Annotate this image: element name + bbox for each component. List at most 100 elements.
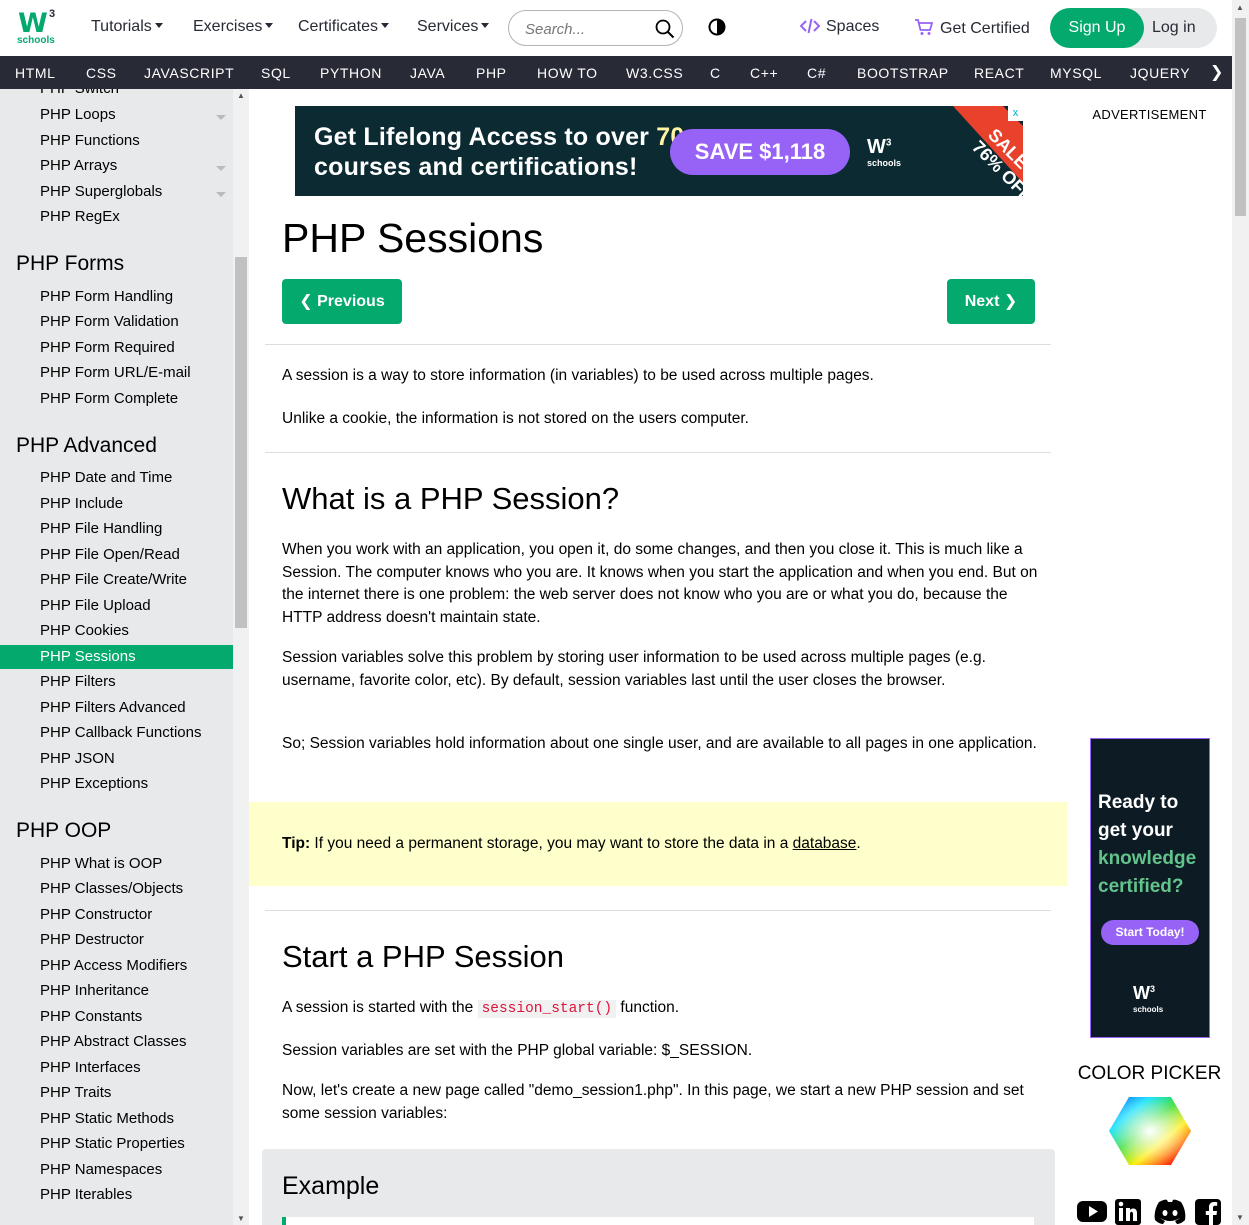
sidebar-item[interactable]: PHP Iterables — [40, 1186, 132, 1203]
caret-down-icon[interactable] — [216, 192, 226, 197]
sidebar-item[interactable]: PHP Date and Time — [40, 469, 172, 486]
sidebar-item[interactable]: PHP Loops — [40, 106, 116, 123]
search-icon[interactable] — [655, 19, 675, 39]
nav-services[interactable]: Services — [417, 18, 490, 36]
topic-jquery[interactable]: JQUERY — [1130, 65, 1190, 81]
discord-icon[interactable] — [1153, 1197, 1187, 1225]
sidebar-item[interactable]: PHP Switch — [40, 89, 119, 97]
text: function. — [616, 999, 680, 1016]
scroll-down-icon[interactable]: ▼ — [1236, 1213, 1244, 1222]
topic-react[interactable]: REACT — [974, 65, 1024, 81]
sidebar-item[interactable]: PHP Arrays — [40, 157, 117, 174]
topic-w3css[interactable]: W3.CSS — [626, 65, 683, 81]
sidebar-item[interactable]: PHP Exceptions — [40, 775, 148, 792]
sidebar-item[interactable]: PHP Form Validation — [40, 313, 179, 330]
tip-box: Tip: If you need a permanent storage, yo… — [249, 802, 1067, 886]
nav-certificates[interactable]: Certificates — [298, 18, 390, 36]
caret-down-icon[interactable] — [216, 166, 226, 171]
w3schools-logo[interactable]: W 3 schools — [16, 8, 60, 48]
dark-mode-toggle-icon[interactable] — [708, 18, 726, 36]
page-scroll-thumb[interactable] — [1235, 18, 1246, 216]
topic-c[interactable]: C — [710, 65, 721, 81]
sidebar-item[interactable]: PHP File Create/Write — [40, 571, 187, 588]
sidebar-item[interactable]: PHP Form Complete — [40, 390, 178, 407]
section-heading: Start a PHP Session — [282, 939, 565, 974]
sidebar-item[interactable]: PHP Access Modifiers — [40, 957, 187, 974]
sidebar-item[interactable]: PHP Constructor — [40, 906, 152, 923]
search-input[interactable] — [525, 19, 645, 39]
sidebar-item[interactable]: PHP Classes/Objects — [40, 880, 183, 897]
sidebar-item[interactable]: PHP Superglobals — [40, 183, 162, 200]
linkedin-icon[interactable] — [1115, 1197, 1141, 1225]
sidebar-scrollbar[interactable]: ▲ ▼ — [233, 89, 249, 1225]
previous-button[interactable]: ❮ Previous — [282, 279, 402, 324]
spaces-label: Spaces — [826, 18, 880, 35]
get-certified-link[interactable]: Get Certified — [914, 18, 1030, 38]
ad-banner[interactable]: Get Lifelong Access to over 70+ courses … — [295, 106, 1023, 196]
sidebar-item-active[interactable]: PHP Sessions — [0, 645, 233, 669]
youtube-icon[interactable] — [1077, 1197, 1107, 1225]
color-picker-icon[interactable] — [1109, 1095, 1191, 1167]
caret-down-icon — [265, 23, 274, 29]
sidebar-item[interactable]: PHP Constants — [40, 1008, 142, 1025]
topic-mysql[interactable]: MYSQL — [1050, 65, 1102, 81]
topic-javascript[interactable]: JAVASCRIPT — [144, 65, 234, 81]
sidebar-item[interactable]: PHP Interfaces — [40, 1059, 141, 1076]
sidebar-item[interactable]: PHP File Handling — [40, 520, 162, 537]
scroll-down-icon[interactable]: ▼ — [237, 1214, 245, 1223]
sidebar-item[interactable]: PHP Form Required — [40, 339, 175, 356]
topic-php[interactable]: PHP — [476, 65, 507, 81]
topic-bootstrap[interactable]: BOOTSTRAP — [857, 65, 949, 81]
sidebar-item[interactable]: PHP Namespaces — [40, 1161, 162, 1178]
nav-exercises[interactable]: Exercises — [193, 18, 274, 36]
sidebar-item[interactable]: PHP Callback Functions — [40, 724, 201, 741]
inline-code: session_start() — [477, 1000, 617, 1018]
next-button[interactable]: Next ❯ — [947, 279, 1035, 324]
sidebar-item[interactable]: PHP Filters Advanced — [40, 699, 186, 716]
topic-java[interactable]: JAVA — [410, 65, 445, 81]
chevron-right-icon[interactable]: ❯ — [1210, 62, 1223, 82]
sidebar-item[interactable]: PHP Functions — [40, 132, 140, 149]
sidebar-item[interactable]: PHP Cookies — [40, 622, 129, 639]
log-in-button[interactable]: Log in — [1152, 8, 1212, 48]
topic-html[interactable]: HTML — [15, 65, 56, 81]
sidebar-item[interactable]: PHP Filters — [40, 673, 116, 690]
sidebar-item[interactable]: PHP Traits — [40, 1084, 111, 1101]
topic-cpp[interactable]: C++ — [750, 65, 778, 81]
scroll-up-icon[interactable]: ▲ — [237, 91, 245, 100]
sidebar-item[interactable]: PHP JSON — [40, 750, 115, 767]
close-icon[interactable]: x — [1008, 106, 1023, 121]
sidebar-item[interactable]: PHP Include — [40, 495, 123, 512]
sidebar-item[interactable]: PHP Form Handling — [40, 288, 173, 305]
topic-sql[interactable]: SQL — [261, 65, 291, 81]
topic-python[interactable]: PYTHON — [320, 65, 382, 81]
sidebar-item[interactable]: PHP What is OOP — [40, 855, 162, 872]
sidebar-item[interactable]: PHP Form URL/E-mail — [40, 364, 191, 381]
topic-csharp[interactable]: C# — [807, 65, 826, 81]
certification-ad[interactable]: Ready to get your knowledge certified? S… — [1090, 738, 1210, 1038]
sidebar-item[interactable]: PHP File Open/Read — [40, 546, 180, 563]
sidebar-item[interactable]: PHP Static Properties — [40, 1135, 185, 1152]
sidebar-item[interactable]: PHP File Upload — [40, 597, 151, 614]
caret-down-icon[interactable] — [216, 115, 226, 120]
ad-save-button[interactable]: SAVE $1,118 — [670, 129, 850, 175]
top-header: W 3 schools Tutorials Exercises Certific… — [0, 0, 1249, 56]
nav-tutorials[interactable]: Tutorials — [91, 18, 163, 36]
sidebar-item[interactable]: PHP RegEx — [40, 208, 120, 225]
sidebar-item[interactable]: PHP Abstract Classes — [40, 1033, 186, 1050]
start-today-button[interactable]: Start Today! — [1101, 920, 1199, 945]
topic-how-to[interactable]: HOW TO — [537, 65, 598, 81]
sign-up-button[interactable]: Sign Up — [1050, 8, 1144, 48]
scroll-up-icon[interactable]: ▲ — [1236, 3, 1244, 12]
database-link[interactable]: database — [793, 835, 857, 852]
sidebar-scroll-thumb[interactable] — [235, 257, 247, 628]
sidebar-item[interactable]: PHP Destructor — [40, 931, 144, 948]
sidebar-item[interactable]: PHP Static Methods — [40, 1110, 174, 1127]
sidebar-item[interactable]: PHP Inheritance — [40, 982, 149, 999]
spaces-link[interactable]: Spaces — [799, 18, 880, 36]
topic-css[interactable]: CSS — [86, 65, 117, 81]
facebook-icon[interactable] — [1195, 1197, 1221, 1225]
page-scrollbar[interactable]: ▲ ▼ — [1232, 0, 1249, 1225]
nav-label: Services — [417, 18, 479, 35]
section-heading: What is a PHP Session? — [282, 481, 620, 516]
